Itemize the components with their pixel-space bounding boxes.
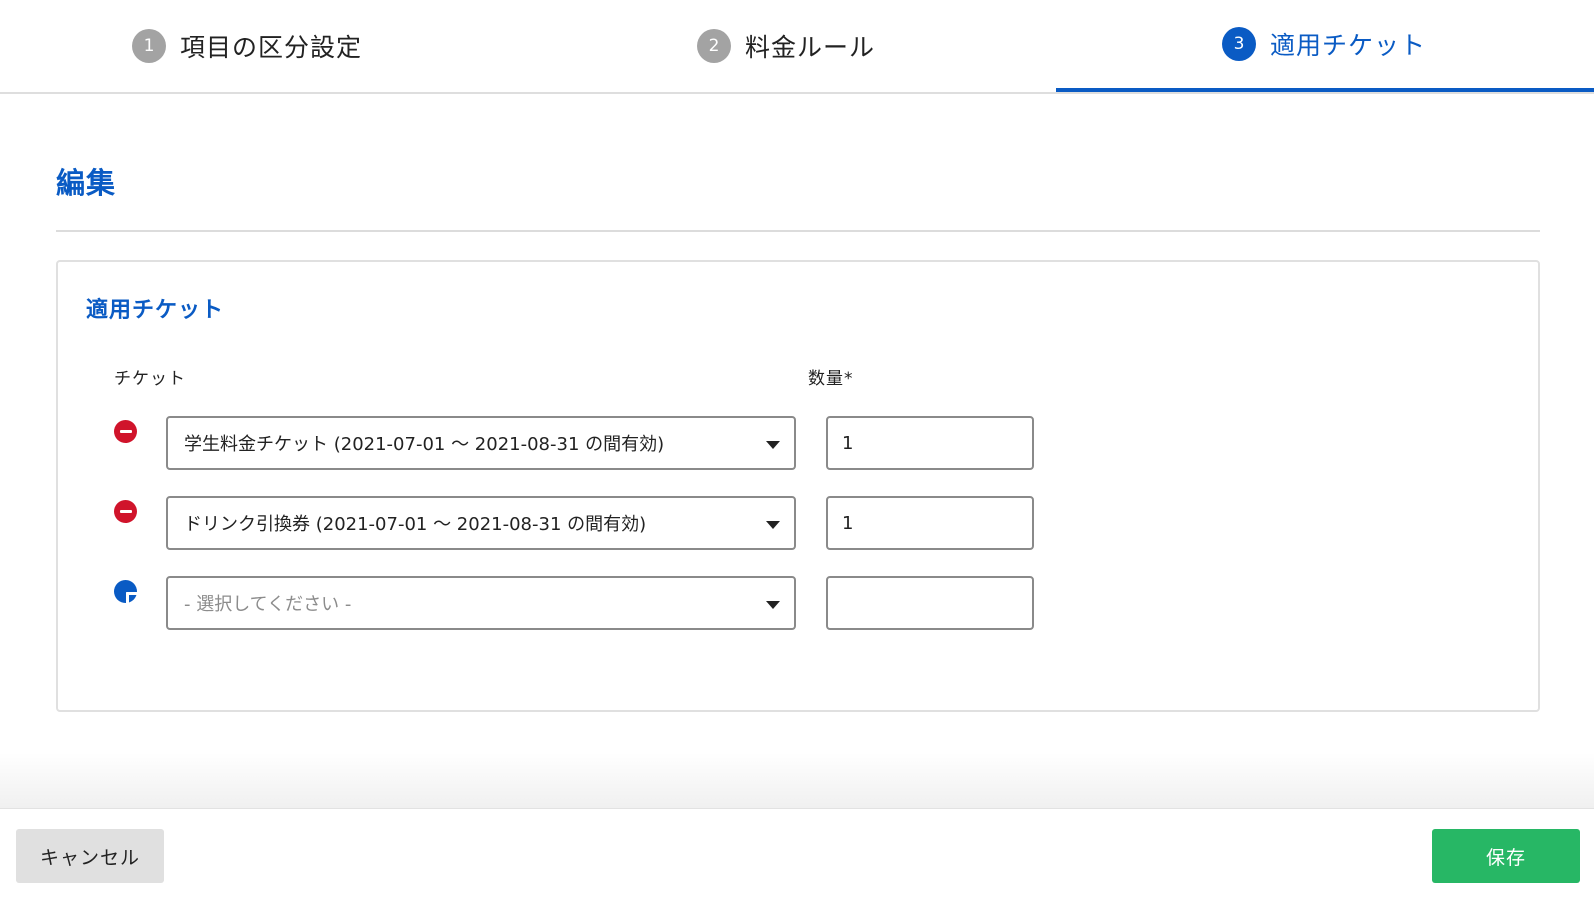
stepper: 1 項目の区分設定 2 料金ルール 3 適用チケット (0, 0, 1594, 94)
ticket-row: ドリンク引換券 (2021-07-01 〜 2021-08-31 の間有効) (58, 496, 1058, 550)
active-step-indicator (1056, 88, 1594, 92)
step-pricing-rules[interactable]: 2 料金ルール (697, 0, 875, 92)
ticket-select-value: 学生料金チケット (2021-07-01 〜 2021-08-31 の間有効) (184, 434, 665, 455)
caret-down-icon (766, 601, 780, 609)
minus-circle-icon (119, 430, 132, 433)
divider (56, 230, 1540, 232)
quantity-column-header: 数量* (808, 369, 854, 389)
remove-row-button[interactable] (114, 500, 137, 523)
footer-bar: キャンセル 保存 (0, 808, 1594, 898)
step-applicable-tickets[interactable]: 3 適用チケット (1222, 0, 1426, 90)
ticket-select[interactable]: ドリンク引換券 (2021-07-01 〜 2021-08-31 の間有効) (166, 496, 796, 550)
ticket-row-new: - 選択してください - (58, 576, 1058, 630)
ticket-select-placeholder: - 選択してください - (184, 594, 352, 615)
step-label: 適用チケット (1270, 31, 1427, 60)
minus-circle-icon (119, 510, 132, 513)
step-number: 2 (697, 29, 731, 63)
footer-shadow (0, 752, 1594, 808)
quantity-input[interactable] (826, 416, 1034, 470)
step-number: 1 (132, 29, 166, 63)
remove-row-button[interactable] (114, 420, 137, 443)
card-title: 適用チケット (86, 298, 225, 323)
ticket-select-value: ドリンク引換券 (2021-07-01 〜 2021-08-31 の間有効) (184, 514, 647, 535)
step-label: 料金ルール (745, 33, 876, 62)
ticket-select[interactable]: - 選択してください - (166, 576, 796, 630)
quantity-input[interactable] (826, 576, 1034, 630)
ticket-row: 学生料金チケット (2021-07-01 〜 2021-08-31 の間有効) (58, 416, 1058, 470)
ticket-column-header: チケット (114, 369, 186, 389)
add-row-button[interactable] (114, 580, 138, 604)
step-label: 項目の区分設定 (180, 33, 363, 62)
page-title: 編集 (56, 166, 117, 200)
applicable-tickets-card: 適用チケット チケット 数量* 学生料金チケット (2021-07-01 〜 2… (56, 260, 1540, 712)
ticket-select[interactable]: 学生料金チケット (2021-07-01 〜 2021-08-31 の間有効) (166, 416, 796, 470)
step-number: 3 (1222, 27, 1256, 61)
cancel-button[interactable]: キャンセル (16, 829, 164, 883)
save-button[interactable]: 保存 (1432, 829, 1580, 883)
caret-down-icon (766, 521, 780, 529)
step-category-settings[interactable]: 1 項目の区分設定 (132, 0, 362, 92)
caret-down-icon (766, 441, 780, 449)
quantity-input[interactable] (826, 496, 1034, 550)
